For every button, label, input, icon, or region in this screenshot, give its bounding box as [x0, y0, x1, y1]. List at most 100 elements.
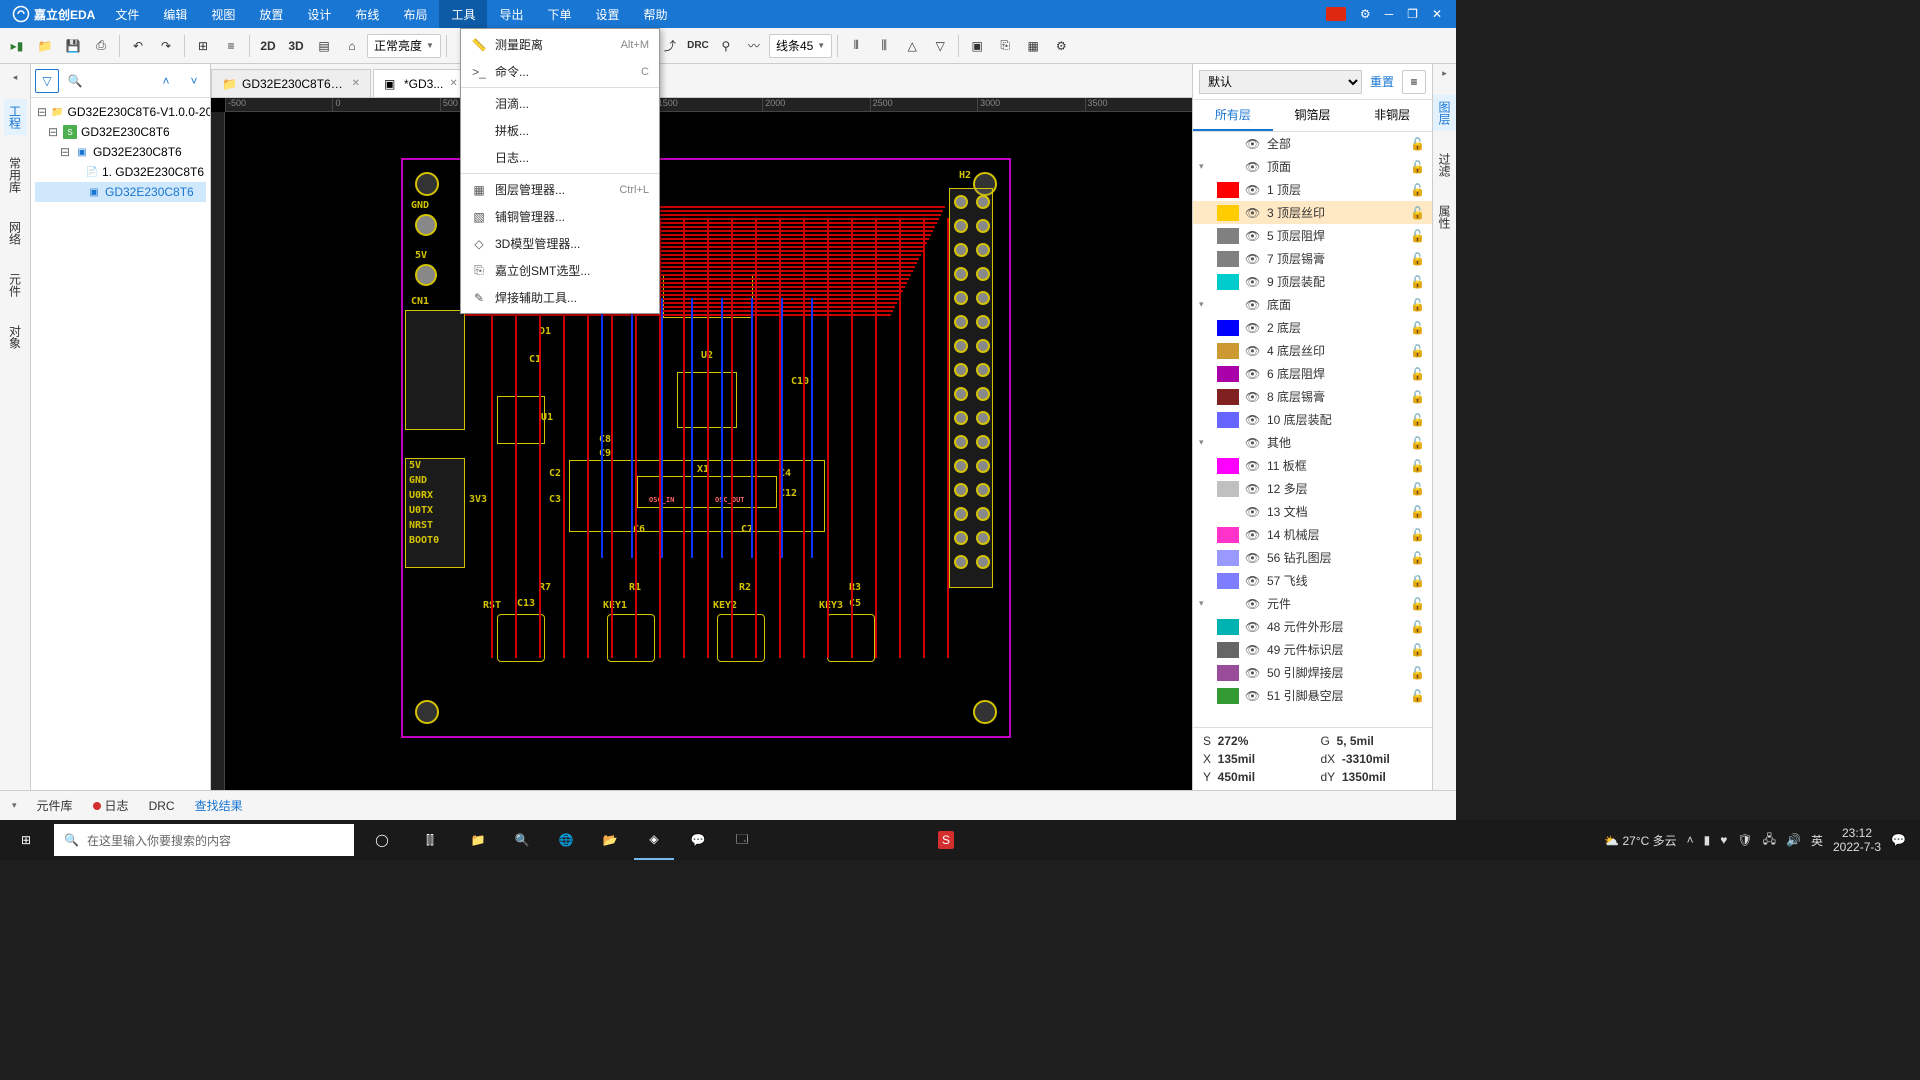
align-icon[interactable]: ≡	[218, 33, 244, 59]
layer-row[interactable]: 👁10 底层装配🔓	[1193, 408, 1432, 431]
view-3d-button[interactable]: 3D	[283, 33, 309, 59]
dd-3D模型管理器...[interactable]: ◇3D模型管理器...	[461, 230, 659, 257]
up-icon[interactable]: ˄	[154, 69, 178, 93]
filter-icon[interactable]: ▽	[35, 69, 59, 93]
dd-图层管理器...[interactable]: ▦图层管理器...Ctrl+L	[461, 176, 659, 203]
bottom-tab[interactable]: DRC	[149, 799, 175, 813]
layer2-icon[interactable]: ⌂	[339, 33, 365, 59]
dd-测量距离[interactable]: 📏测量距离Alt+M	[461, 31, 659, 58]
export-icon[interactable]: ⎘	[992, 33, 1018, 59]
layer-tab[interactable]: 非铜层	[1352, 100, 1432, 131]
tray-icon[interactable]: 🛡	[1737, 833, 1752, 847]
layer-row[interactable]: 👁6 底层阻焊🔓	[1193, 362, 1432, 385]
menu-导出[interactable]: 导出	[487, 0, 535, 29]
reset-button[interactable]: 重置	[1370, 73, 1394, 90]
eda-app-icon[interactable]: ◈	[634, 820, 674, 860]
rail-常用库[interactable]: 常用库	[4, 151, 27, 199]
clock[interactable]: 23:122022-7-3	[1833, 826, 1881, 855]
layer-row[interactable]: 👁14 机械层🔓	[1193, 523, 1432, 546]
app-icon-4[interactable]: 🗔	[722, 820, 762, 860]
menu-工具[interactable]: 工具	[439, 0, 487, 29]
tree-item[interactable]: ⊟SGD32E230C8T6	[35, 122, 206, 142]
search-icon[interactable]: 🔍	[63, 69, 87, 93]
align-h-icon[interactable]: ⫼	[871, 33, 897, 59]
menu-编辑[interactable]: 编辑	[151, 0, 199, 29]
down-icon[interactable]: ˅	[182, 69, 206, 93]
rail-工程[interactable]: 工程	[4, 99, 27, 135]
tree-item[interactable]: ▣GD32E230C8T6	[35, 182, 206, 202]
align-v-icon[interactable]: △	[899, 33, 925, 59]
notification-icon[interactable]: 💬	[1891, 833, 1906, 847]
weather-widget[interactable]: ⛅ 27°C 多云	[1604, 832, 1676, 849]
bottom-tab[interactable]: 日志	[93, 797, 129, 814]
explorer-icon[interactable]: 📁	[458, 820, 498, 860]
layer-row[interactable]: 👁8 底层锡膏🔓	[1193, 385, 1432, 408]
menu-布局[interactable]: 布局	[391, 0, 439, 29]
tray-chevron-icon[interactable]: ˄	[1687, 833, 1694, 847]
layer-row[interactable]: 👁3 顶层丝印🔓	[1193, 201, 1432, 224]
undo-icon[interactable]: ↶	[125, 33, 151, 59]
maximize-icon[interactable]: ❐	[1407, 7, 1418, 21]
layer-row[interactable]: 👁56 钻孔图层🔓	[1193, 546, 1432, 569]
close-icon[interactable]: ✕	[1432, 7, 1442, 21]
layer-row[interactable]: 👁11 板框🔓	[1193, 454, 1432, 477]
tray-icon[interactable]: ♥	[1720, 833, 1727, 847]
layer-row[interactable]: 👁48 元件外形层🔓	[1193, 615, 1432, 638]
redo-icon[interactable]: ↷	[153, 33, 179, 59]
rail-属性[interactable]: 属性	[1433, 199, 1456, 235]
minimize-icon[interactable]: ─	[1385, 7, 1394, 21]
tray-icon[interactable]: ▮	[1704, 833, 1711, 847]
menu-帮助[interactable]: 帮助	[632, 0, 680, 29]
layer-row[interactable]: 👁57 飞线🔒	[1193, 569, 1432, 592]
dd-日志...[interactable]: 日志...	[461, 144, 659, 171]
save-all-icon[interactable]: ⎙	[88, 33, 114, 59]
cortana-icon[interactable]: ⫿⫿	[410, 820, 450, 860]
menu-布线[interactable]: 布线	[343, 0, 391, 29]
app-icon-1[interactable]: 🔍	[502, 820, 542, 860]
via-icon[interactable]: ⚲	[713, 33, 739, 59]
settings-icon[interactable]: ⚙	[1360, 7, 1371, 21]
layer-row[interactable]: 👁4 底层丝印🔓	[1193, 339, 1432, 362]
sogou-icon[interactable]: S	[926, 820, 966, 860]
menu-放置[interactable]: 放置	[247, 0, 295, 29]
distribute-icon[interactable]: ⫴	[843, 33, 869, 59]
start-button[interactable]: ⊞	[6, 820, 46, 860]
dd-嘉立创SMT选型...[interactable]: ⎘嘉立创SMT选型...	[461, 257, 659, 284]
collapse-right-icon[interactable]: ▸	[1442, 68, 1447, 79]
collapse-bottom-icon[interactable]: ▾	[12, 800, 17, 811]
route-icon[interactable]: ⤴	[657, 33, 683, 59]
ime-icon[interactable]: 英	[1811, 832, 1823, 849]
save-icon[interactable]: 💾	[60, 33, 86, 59]
dd-铺铜管理器...[interactable]: ▧铺铜管理器...	[461, 203, 659, 230]
rail-网络[interactable]: 网络	[4, 215, 27, 251]
menu-下单[interactable]: 下单	[535, 0, 583, 29]
app-icon-2[interactable]: 🌐	[546, 820, 586, 860]
drc-button[interactable]: DRC	[685, 33, 711, 59]
layer-row[interactable]: 👁1 顶层🔓	[1193, 178, 1432, 201]
wechat-icon[interactable]: 💬	[678, 820, 718, 860]
bom-icon[interactable]: ▦	[1020, 33, 1046, 59]
dd-焊接辅助工具...[interactable]: ✎焊接辅助工具...	[461, 284, 659, 311]
dd-命令...[interactable]: >_命令...C	[461, 58, 659, 85]
layer-group[interactable]: ▾👁元件🔓	[1193, 592, 1432, 615]
layer-row[interactable]: 👁7 顶层锡膏🔓	[1193, 247, 1432, 270]
task-view-icon[interactable]: ◯	[362, 820, 402, 860]
rail-对象[interactable]: 对象	[4, 319, 27, 355]
new-icon[interactable]: ▸▮	[4, 33, 30, 59]
photo-icon[interactable]: ▣	[964, 33, 990, 59]
preset-select[interactable]: 默认	[1199, 70, 1362, 94]
layer-row[interactable]: 👁50 引脚焊接层🔓	[1193, 661, 1432, 684]
config-icon[interactable]: ⚙	[1048, 33, 1074, 59]
layer-group[interactable]: ▾👁顶面🔓	[1193, 155, 1432, 178]
tab[interactable]: 📁GD32E230C8T6.GD...✕	[211, 69, 371, 97]
layer-icon[interactable]: ▤	[311, 33, 337, 59]
bottom-tab[interactable]: 元件库	[37, 797, 73, 814]
rail-元件[interactable]: 元件	[4, 267, 27, 303]
layer-row[interactable]: 👁12 多层🔓	[1193, 477, 1432, 500]
layer-row[interactable]: 👁51 引脚悬空层🔓	[1193, 684, 1432, 707]
tray-icon[interactable]: 🖧	[1763, 830, 1776, 851]
layer-row[interactable]: 👁5 顶层阻焊🔓	[1193, 224, 1432, 247]
bottom-tab[interactable]: 查找结果	[195, 797, 243, 814]
view-2d-button[interactable]: 2D	[255, 33, 281, 59]
pcb-canvas[interactable]: -5000500100015002000250030003500 H2 GND …	[211, 98, 1192, 790]
